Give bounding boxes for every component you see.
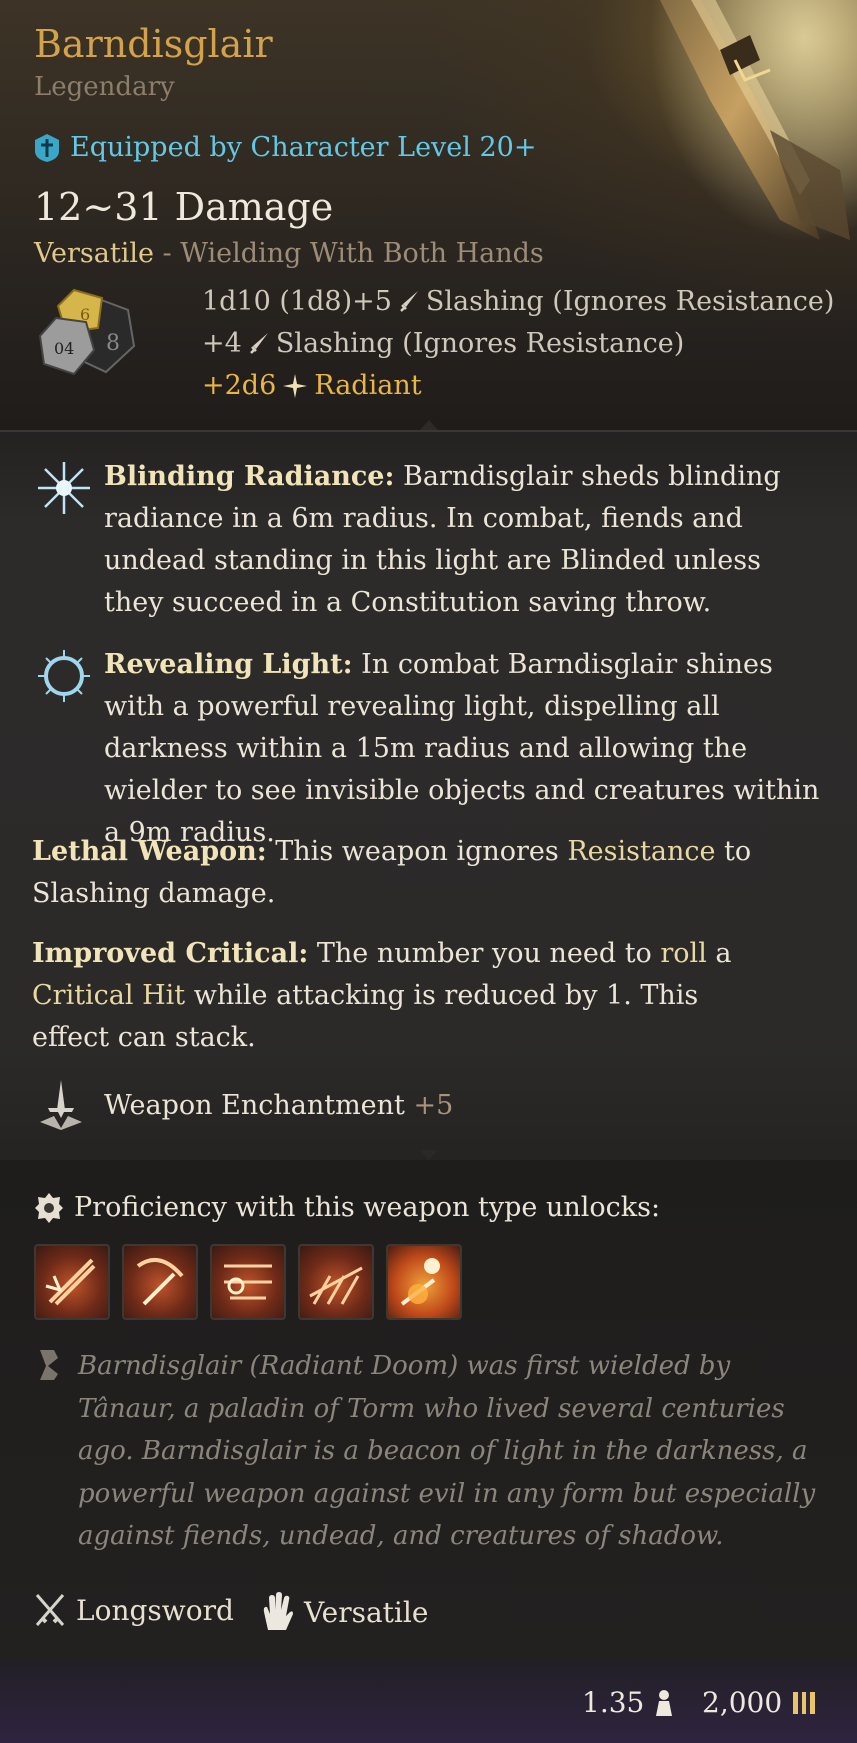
proficiency-action-3[interactable] [210, 1244, 286, 1320]
passive-blinding-radiance: Blinding Radiance: Barndisglair sheds bl… [104, 456, 824, 624]
skull-strike-icon [400, 1258, 440, 1306]
improved-critical: Improved Critical: The number you need t… [32, 933, 752, 1059]
lethal-text: This weapon ignores [266, 836, 568, 867]
crossed-swords-icon [35, 1594, 65, 1626]
enchantment-sword-icon [40, 1080, 82, 1130]
halo-burst-icon [38, 650, 90, 702]
lore-scroll-icon [40, 1350, 58, 1380]
slash-action-icon [45, 1258, 96, 1306]
price-value: 2,000 [702, 1686, 783, 1719]
weight-value: 1.35 [582, 1686, 645, 1719]
tag-label: Longsword [76, 1593, 234, 1627]
tag-label: Versatile [304, 1595, 429, 1629]
weight-display: 1.35 [582, 1686, 676, 1719]
damage-type: Slashing (Ignores Resistance) [425, 286, 835, 317]
damage-type: Slashing (Ignores Resistance) [275, 328, 685, 359]
critical-text: a [706, 938, 732, 969]
requirement-text: Equipped by Character Level 20+ [70, 132, 537, 163]
dagger-icon [400, 290, 418, 312]
proficiency-action-4[interactable] [298, 1244, 374, 1320]
section-divider [0, 430, 857, 432]
proficiency-badge-icon [35, 1193, 63, 1223]
lethal-name: Lethal Weapon: [32, 836, 267, 867]
item-rarity: Legendary [34, 72, 175, 102]
damage-dice: +4 [202, 328, 242, 359]
passive-name: Revealing Light: [104, 649, 353, 680]
versatile-detail: - Wielding With Both Hands [153, 238, 544, 269]
flurry-action-icon [309, 1266, 363, 1305]
item-name: Barndisglair [34, 22, 273, 66]
damage-range: 12~31 Damage [34, 185, 334, 229]
versatile-label: Versatile [34, 238, 154, 269]
critical-name: Improved Critical: [32, 938, 309, 969]
passive-revealing-light: Revealing Light: In combat Barndisglair … [104, 644, 824, 854]
critical-hit-link[interactable]: Critical Hit [32, 980, 185, 1011]
damage-type: Radiant [314, 370, 422, 401]
lore-text: Barndisglair (Radiant Doom) was first wi… [78, 1351, 816, 1551]
resistance-link[interactable]: Resistance [567, 836, 715, 867]
requirement-line: Equipped by Character Level 20+ [34, 132, 536, 163]
damage-dice: 1d10 (1d8)+5 [202, 286, 392, 317]
proficiency-action-5[interactable] [386, 1244, 462, 1320]
hand-icon [263, 1592, 293, 1630]
divider-notch [420, 1150, 438, 1160]
weight-icon [656, 1689, 673, 1716]
tag-longsword: Longsword [34, 1592, 234, 1628]
damage-dice: +2d6 [202, 370, 277, 401]
weapon-enchantment: Weapon Enchantment +5 [104, 1090, 453, 1121]
dice-icon: 8 6 04 [38, 288, 136, 376]
tag-versatile: Versatile [258, 1592, 428, 1632]
sword-artwork [650, 0, 857, 270]
versatile-line: Versatile - Wielding With Both Hands [34, 238, 544, 269]
svg-text:04: 04 [54, 339, 74, 358]
item-tooltip: Barndisglair Legendary Equipped by Chara… [0, 0, 857, 1743]
radiant-star-icon [283, 373, 308, 398]
damage-line-2: +4 Slashing (Ignores Resistance) [202, 328, 684, 359]
passive-name: Blinding Radiance: [104, 461, 395, 492]
cleave-action-icon [136, 1257, 184, 1306]
svg-text:8: 8 [106, 331, 120, 356]
enchantment-label: Weapon Enchantment [104, 1090, 405, 1121]
divider-notch [420, 420, 438, 430]
lethal-weapon: Lethal Weapon: This weapon ignores Resis… [32, 831, 792, 915]
pommel-strike-icon [224, 1264, 272, 1300]
critical-text: The number you need to [308, 938, 661, 969]
damage-line-3: +2d6 Radiant [202, 370, 422, 401]
helmet-icon [35, 133, 59, 162]
proficiency-action-2[interactable] [122, 1244, 198, 1320]
gold-coin-icon [793, 1691, 816, 1714]
roll-link[interactable]: roll [660, 938, 706, 969]
starburst-icon [38, 462, 90, 514]
price-display: 2,000 [702, 1686, 818, 1719]
proficiency-action-1[interactable] [34, 1244, 110, 1320]
enchantment-value: +5 [413, 1090, 454, 1121]
damage-line-1: 1d10 (1d8)+5 Slashing (Ignores Resistanc… [202, 286, 834, 317]
dagger-icon [249, 332, 268, 354]
proficiency-label: Proficiency with this weapon type unlock… [74, 1192, 661, 1223]
